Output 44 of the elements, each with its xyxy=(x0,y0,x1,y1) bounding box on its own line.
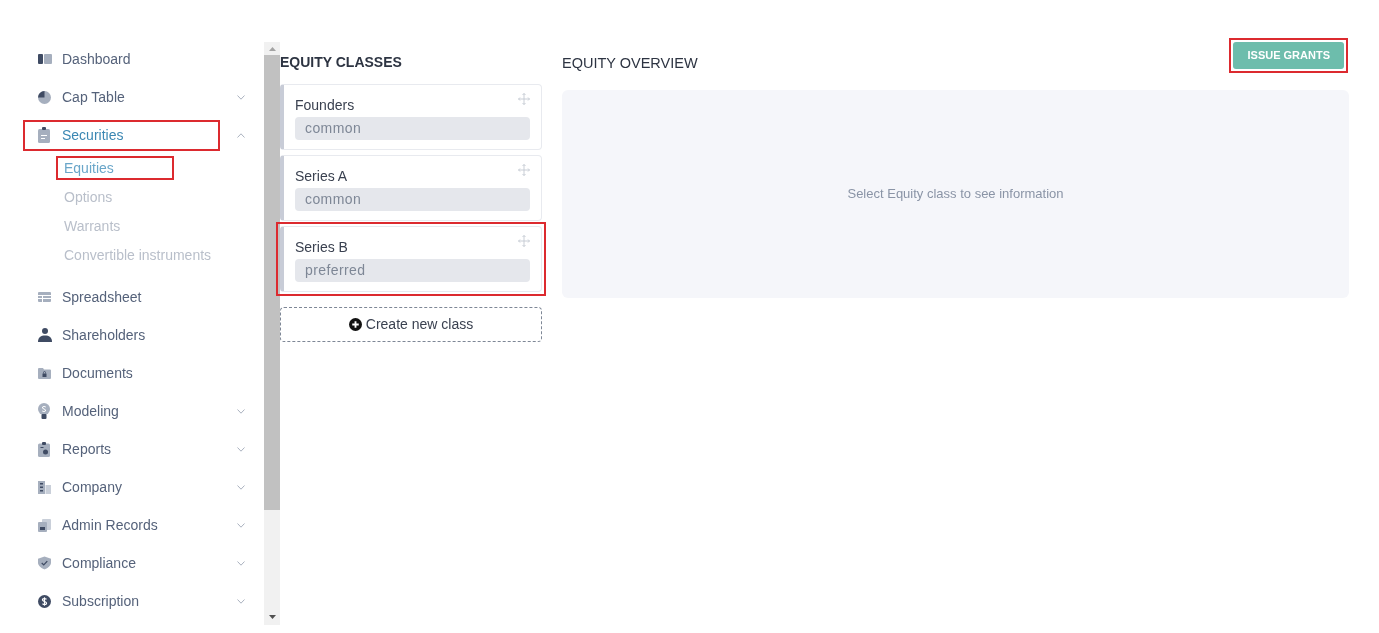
sidebar-item[interactable]: Admin Records xyxy=(38,513,245,537)
sidebar-item[interactable]: Cap Table xyxy=(38,85,245,109)
sidebar-item[interactable]: Subscription xyxy=(38,589,245,613)
layout-icon xyxy=(38,54,52,64)
sidebar-item[interactable]: Dashboard xyxy=(38,47,245,71)
building-icon xyxy=(38,480,51,494)
move-icon[interactable] xyxy=(518,93,530,105)
person-icon xyxy=(38,328,52,342)
clipboard-icon xyxy=(38,127,50,143)
move-icon[interactable] xyxy=(518,235,530,247)
sidebar-item[interactable]: Shareholders xyxy=(38,323,245,347)
class-name: Series B xyxy=(295,238,348,256)
scrollbar-thumb[interactable] xyxy=(264,55,280,510)
class-type-tag: common xyxy=(295,117,530,140)
sidebar-item[interactable]: Modeling xyxy=(38,399,245,423)
sidebar-item[interactable]: Company xyxy=(38,475,245,499)
scroll-up-icon[interactable] xyxy=(268,46,276,51)
shield-check-icon xyxy=(38,556,51,570)
folder-lock-icon xyxy=(38,367,51,379)
report-icon xyxy=(38,441,50,457)
sidebar-item[interactable]: Documents xyxy=(38,361,245,385)
class-name: Series A xyxy=(295,167,348,185)
move-icon[interactable] xyxy=(518,164,530,176)
scroll-down-icon[interactable] xyxy=(268,615,276,619)
plus-circle-icon xyxy=(348,318,362,331)
table-icon xyxy=(38,292,51,302)
empty-message: Select Equity class to see information xyxy=(847,185,1064,204)
documents-icon xyxy=(38,518,51,532)
lightbulb-icon xyxy=(38,403,50,419)
class-card[interactable]: Series A common xyxy=(280,155,542,221)
class-type-tag: common xyxy=(295,188,530,211)
sidebar-item[interactable]: Spreadsheet xyxy=(38,285,245,309)
sidebar-item[interactable]: Securities xyxy=(38,123,245,147)
class-card[interactable]: Series B preferred xyxy=(280,226,542,292)
section-title: EQUITY OVERVIEW xyxy=(562,54,698,73)
pie-chart-icon xyxy=(38,90,51,104)
create-class-button[interactable]: Create new class xyxy=(280,307,542,342)
class-name: Founders xyxy=(295,96,355,114)
class-card[interactable]: Founders common xyxy=(280,84,542,150)
sidebar-item[interactable]: Reports xyxy=(38,437,245,461)
dollar-circle-icon xyxy=(38,594,51,608)
class-type-tag: preferred xyxy=(295,259,530,282)
sidebar-item[interactable]: Compliance xyxy=(38,551,245,575)
section-title: EQUITY CLASSES xyxy=(280,53,402,72)
